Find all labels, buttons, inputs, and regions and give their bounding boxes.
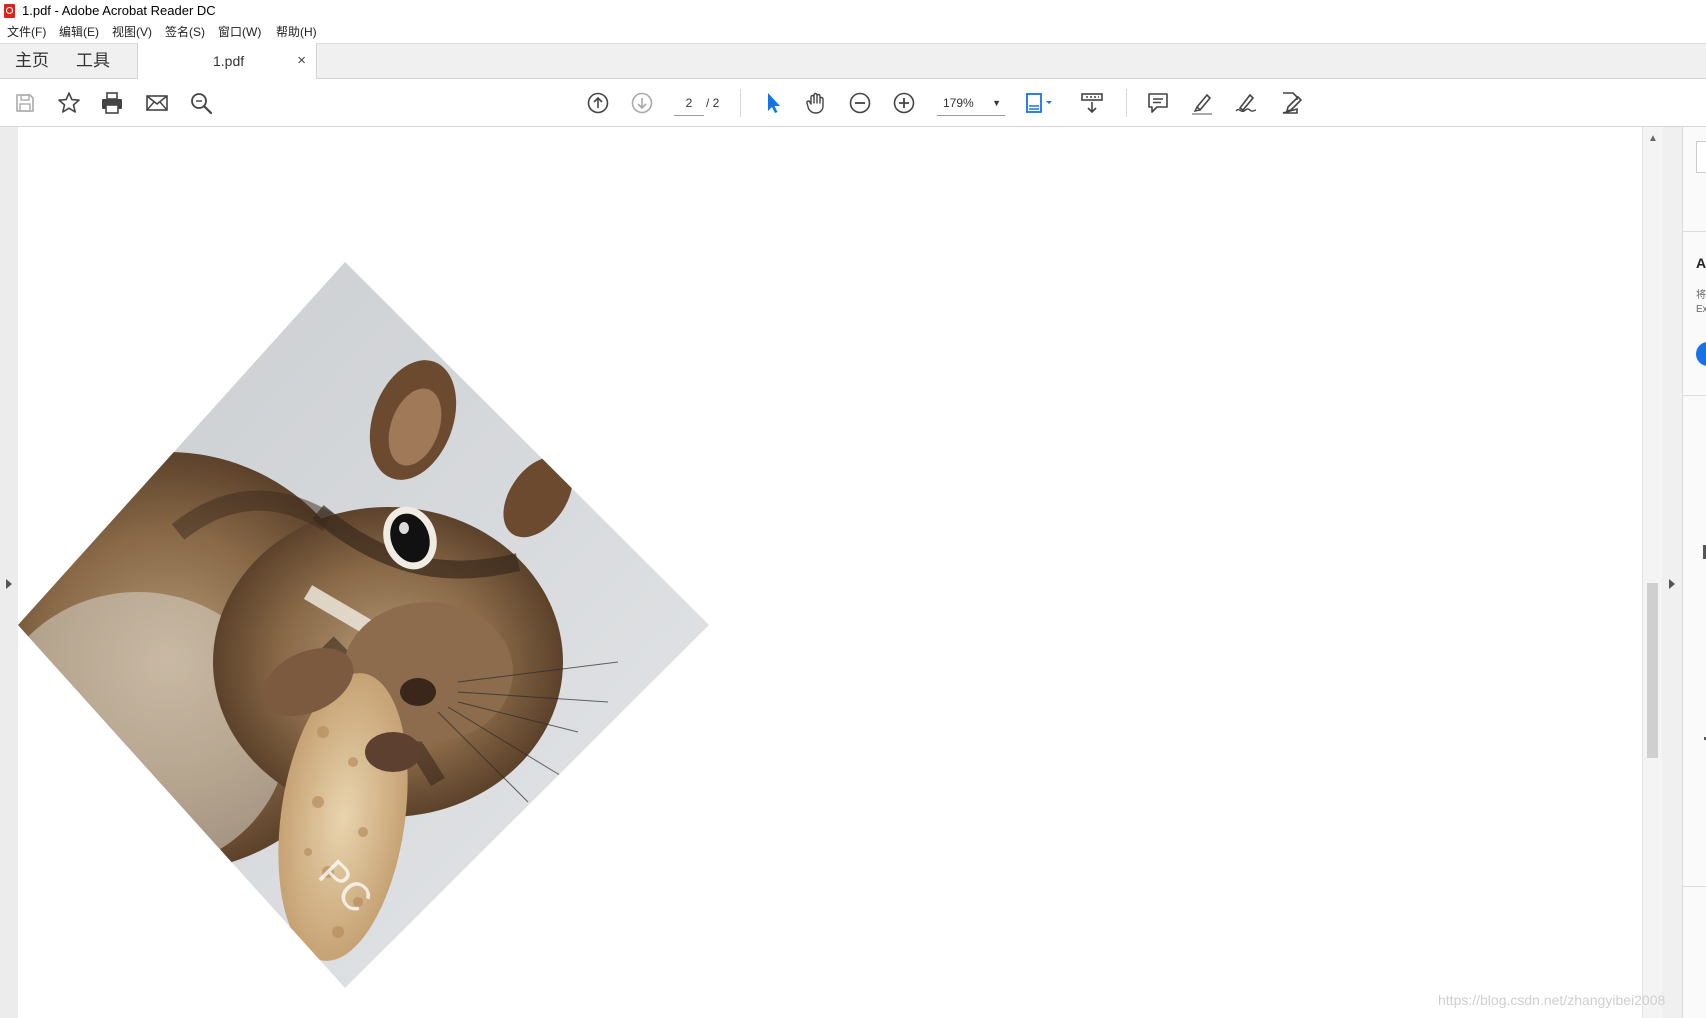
page-down-icon[interactable] [628,89,656,117]
chevron-down-icon: ▼ [992,98,1001,108]
panel-text-fragment: Ex [1696,304,1706,315]
zoom-in-icon[interactable] [890,89,918,117]
menu-sign[interactable]: 签名(S) [165,25,205,40]
tab-close-icon[interactable]: × [297,52,306,69]
panel-text-fragment: 将 [1696,290,1706,301]
right-pane-toggle[interactable] [1662,127,1682,1018]
scroll-up-arrow-icon[interactable]: ▲ [1648,133,1658,144]
left-pane-toggle[interactable] [0,127,18,1018]
bookmark-star-icon[interactable] [55,89,83,117]
page-watermark: https://blog.csdn.net/zhangyibei2008 [1438,992,1666,1008]
page-up-icon[interactable] [584,89,612,117]
title-bar: 1.pdf - Adobe Acrobat Reader DC [0,0,1706,22]
acrobat-app-icon [4,4,15,18]
zoom-level-select[interactable]: 179% ▼ [937,91,1005,116]
save-icon[interactable] [11,89,39,117]
chipmunk-photo: PC [18,262,709,988]
search-icon[interactable] [187,89,215,117]
panel-input-box[interactable] [1696,141,1706,173]
menu-help[interactable]: 帮助(H) [276,25,317,40]
tab-home[interactable]: 主页 [15,51,49,71]
toolbar-separator [1126,89,1127,117]
highlight-icon[interactable] [1188,89,1216,117]
zoom-out-icon[interactable] [846,89,874,117]
page-total: / 2 [706,96,720,110]
tab-document-label: 1.pdf [213,53,245,69]
panel-action-button[interactable] [1696,342,1706,366]
toolbar: 2 / 2 179% ▼ [0,79,1706,127]
comment-icon[interactable] [1144,89,1172,117]
tab-tools[interactable]: 工具 [76,51,110,71]
hand-icon[interactable] [802,89,830,117]
page-number-input[interactable]: 2 [674,91,704,116]
tab-bar: 主页 工具 1.pdf × [0,43,1706,79]
fill-sign-icon[interactable] [1276,89,1304,117]
menu-edit[interactable]: 编辑(E) [59,25,99,40]
email-icon[interactable] [143,89,171,117]
print-icon[interactable] [98,89,126,117]
toolbar-separator [740,89,741,117]
right-tools-panel: A 将 Ex [1682,127,1706,1018]
scroll-mode-icon[interactable] [1078,89,1106,117]
menu-bar: 文件(F) 编辑(E) 视图(V) 签名(S) 窗口(W) 帮助(H) [0,22,1706,43]
chevron-right-icon [6,579,12,589]
scrollbar-thumb[interactable] [1647,583,1658,758]
panel-divider [1683,886,1706,887]
menu-view[interactable]: 视图(V) [112,25,152,40]
tab-document[interactable]: 1.pdf × [137,43,317,79]
panel-divider [1683,395,1706,396]
fit-page-icon[interactable] [1022,89,1060,117]
menu-window[interactable]: 窗口(W) [218,25,261,40]
zoom-level-value: 179% [943,96,974,110]
vertical-scrollbar[interactable]: ▲ [1642,127,1662,1018]
panel-heading-fragment: A [1696,255,1706,271]
window-title: 1.pdf - Adobe Acrobat Reader DC [22,3,216,18]
sign-icon[interactable] [1232,89,1260,117]
panel-divider [1683,231,1706,232]
menu-file[interactable]: 文件(F) [7,25,46,40]
select-cursor-icon[interactable] [759,89,787,117]
chevron-right-icon [1669,579,1675,589]
